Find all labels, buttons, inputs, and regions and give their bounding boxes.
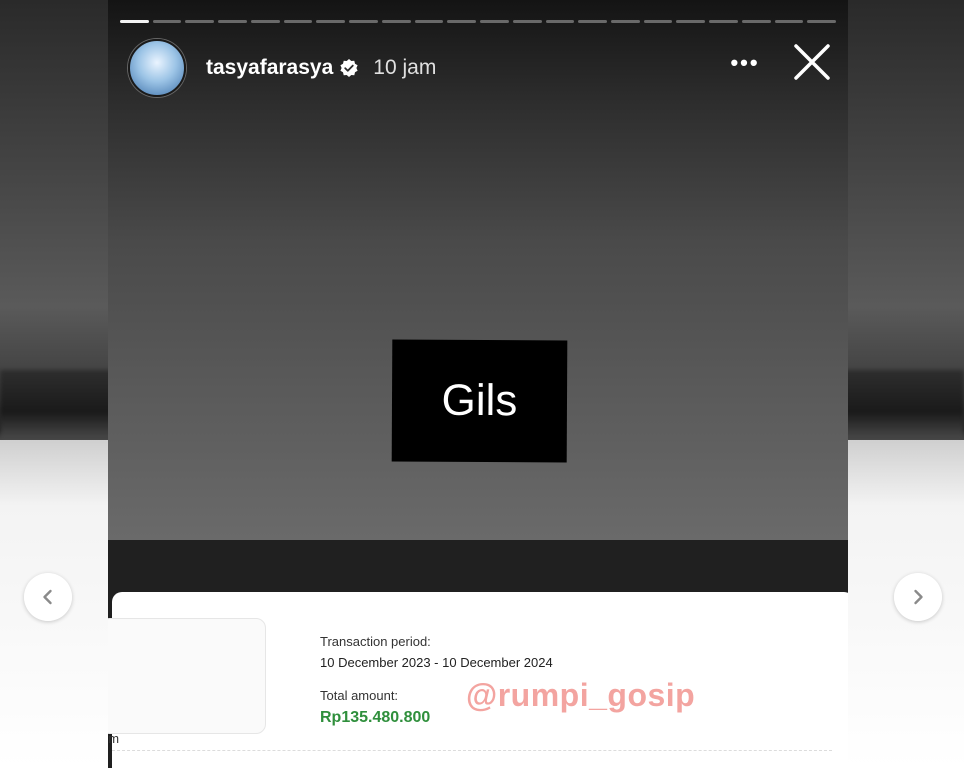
total-amount-value: Rp135.480.800 — [320, 709, 431, 726]
progress-segment — [643, 20, 673, 23]
progress-segment — [120, 20, 149, 23]
transaction-period-value: 10 December 2023 - 10 December 2024 — [320, 655, 553, 670]
progress-segment — [611, 20, 640, 23]
progress-segment — [709, 20, 738, 23]
progress-segment — [381, 20, 411, 23]
progress-segment — [512, 20, 542, 23]
total-amount-label: Total amount: — [320, 688, 399, 703]
progress-segment — [447, 20, 477, 23]
next-story-button[interactable] — [894, 573, 942, 621]
progress-segment — [152, 20, 182, 23]
card-side-box: om — [108, 618, 266, 746]
prev-story-button[interactable] — [24, 573, 72, 621]
close-icon[interactable] — [792, 42, 832, 82]
divider-line — [112, 750, 832, 751]
transaction-period-label: Transaction period: — [320, 634, 431, 649]
progress-segment — [185, 20, 215, 23]
story-divider — [108, 540, 848, 600]
progress-segment — [774, 20, 804, 23]
story-progress-bar — [120, 20, 837, 24]
progress-segment — [741, 20, 771, 23]
progress-segment — [545, 20, 575, 23]
progress-segment — [316, 20, 346, 23]
progress-segment — [283, 20, 313, 23]
more-options-icon[interactable]: ••• — [728, 52, 762, 74]
progress-segment — [578, 20, 608, 23]
card-side-text: om — [108, 731, 120, 746]
watermark: @rumpi_gosip — [466, 677, 696, 713]
progress-segment — [676, 20, 706, 23]
progress-segment — [218, 20, 247, 23]
chevron-right-icon — [914, 589, 923, 605]
chevron-left-icon — [43, 589, 52, 605]
progress-segment — [250, 20, 280, 23]
post-time: 10 jam — [373, 56, 437, 79]
username[interactable]: tasyafarasya — [206, 56, 333, 80]
text-sticker: Gils — [391, 339, 568, 463]
story-header: tasyafarasya 10 jam — [128, 39, 828, 97]
verified-badge-icon — [340, 59, 358, 77]
story-viewer: tasyafarasya 10 jam ••• Gils om Transact… — [108, 0, 848, 768]
progress-segment — [349, 20, 378, 23]
progress-segment — [414, 20, 444, 23]
progress-segment — [480, 20, 509, 23]
avatar[interactable] — [128, 39, 186, 97]
progress-segment — [807, 20, 837, 23]
transaction-card: om Transaction period: 10 December 2023 … — [108, 592, 848, 768]
